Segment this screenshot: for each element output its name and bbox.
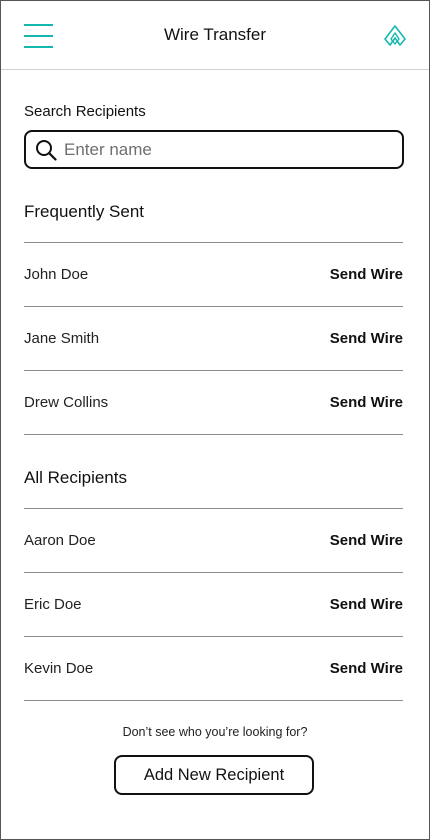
list-item: Jane Smith Send Wire <box>24 307 403 371</box>
search-icon <box>36 140 57 161</box>
frequently-sent-heading: Frequently Sent <box>24 202 145 221</box>
list-item: Drew Collins Send Wire <box>24 371 403 435</box>
list-item: Kevin Doe Send Wire <box>24 637 403 701</box>
list-item: John Doe Send Wire <box>24 243 403 307</box>
send-wire-button[interactable]: Send Wire <box>330 596 403 613</box>
not-found-hint: Don’t see who you’re looking for? <box>122 725 308 739</box>
list-item: Aaron Doe Send Wire <box>24 509 403 573</box>
send-wire-button[interactable]: Send Wire <box>330 532 403 549</box>
send-wire-button[interactable]: Send Wire <box>330 394 403 411</box>
recipient-name: John Doe <box>24 266 89 283</box>
search-input[interactable] <box>64 132 394 167</box>
recipient-name: Drew Collins <box>24 394 109 411</box>
all-recipients-heading: All Recipients <box>24 468 127 487</box>
send-wire-button[interactable]: Send Wire <box>330 330 403 347</box>
recipient-name: Aaron Doe <box>24 532 96 549</box>
add-new-recipient-button[interactable]: Add New Recipient <box>114 755 314 795</box>
drop-logo-icon[interactable] <box>384 25 406 47</box>
recipient-name: Kevin Doe <box>24 660 94 677</box>
list-item: Eric Doe Send Wire <box>24 573 403 637</box>
search-box[interactable] <box>24 130 404 169</box>
recipient-name: Jane Smith <box>24 330 100 347</box>
send-wire-button[interactable]: Send Wire <box>330 266 403 283</box>
page-title: Wire Transfer <box>163 25 267 44</box>
frequent-recipients-list: John Doe Send Wire Jane Smith Send Wire … <box>24 242 403 435</box>
send-wire-button[interactable]: Send Wire <box>330 660 403 677</box>
recipient-name: Eric Doe <box>24 596 82 613</box>
search-label: Search Recipients <box>24 103 146 120</box>
all-recipients-list: Aaron Doe Send Wire Eric Doe Send Wire K… <box>24 508 403 701</box>
app-header: Wire Transfer <box>1 1 429 70</box>
